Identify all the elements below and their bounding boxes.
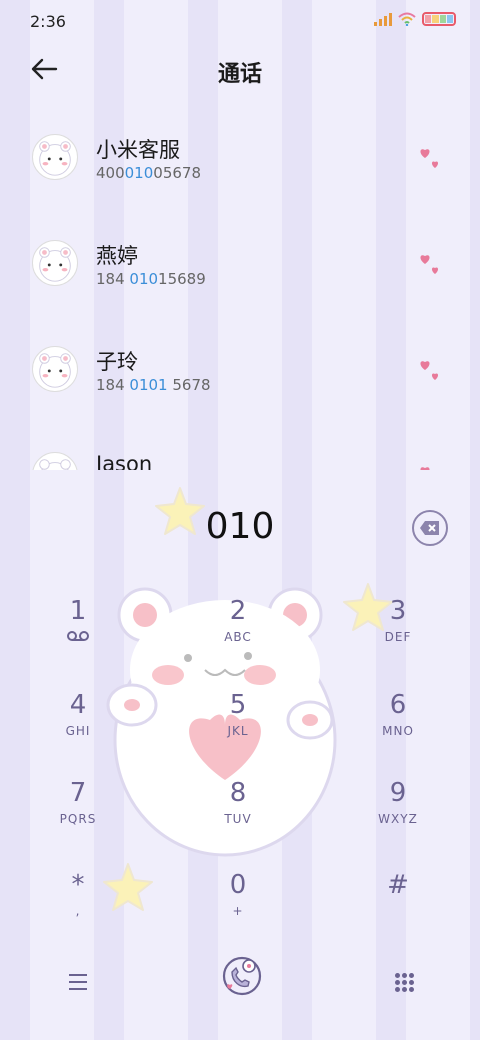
contact-item[interactable]: Jason xyxy=(0,418,480,470)
key-hash[interactable]: # xyxy=(338,870,458,950)
key-5[interactable]: 5 JKL xyxy=(178,690,298,770)
contact-name: 小米客服 xyxy=(96,138,180,162)
menu-icon[interactable] xyxy=(60,964,96,1000)
key-6[interactable]: 6 MNO xyxy=(338,690,458,770)
key-9[interactable]: 9 WXYZ xyxy=(338,778,458,858)
dial-input-display: 010 xyxy=(205,506,275,547)
key-2[interactable]: 2 ABC xyxy=(178,596,298,676)
contact-item[interactable]: 子玲 184 0101 5678 xyxy=(0,312,480,412)
dialpad-icon[interactable] xyxy=(386,964,422,1000)
contact-name: Jason xyxy=(96,452,153,470)
phone-call-icon[interactable] xyxy=(218,952,266,1000)
key-4[interactable]: 4 GHI xyxy=(18,690,138,770)
status-icons xyxy=(374,12,456,26)
avatar xyxy=(32,134,78,180)
contact-name: 子玲 xyxy=(96,350,138,374)
contact-number: 184 0101 5678 xyxy=(96,376,211,394)
backspace-button[interactable] xyxy=(412,510,448,546)
bottom-action-bar xyxy=(0,950,480,1020)
contact-item[interactable]: 燕婷 184 01015689 xyxy=(0,206,480,306)
battery-icon xyxy=(422,12,456,26)
avatar xyxy=(32,240,78,286)
key-8[interactable]: 8 TUV xyxy=(178,778,298,858)
key-1[interactable]: 1 xyxy=(18,596,138,676)
avatar xyxy=(32,452,78,470)
dialer-panel: 010 1 2 ABC 3 DEF 4 GHI 5 JKL 6 MNO 7 PQ… xyxy=(0,480,480,1040)
contact-name: 燕婷 xyxy=(96,244,138,268)
contact-list[interactable]: 小米客服 40001005678 燕婷 184 01015689 子玲 184 … xyxy=(0,100,480,470)
heart-icon xyxy=(420,149,439,168)
status-bar: 2:36 xyxy=(0,0,480,40)
status-time: 2:36 xyxy=(30,12,66,31)
contact-item[interactable]: 小米客服 40001005678 xyxy=(0,100,480,200)
contact-number: 184 01015689 xyxy=(96,270,206,288)
heart-icon xyxy=(420,467,430,470)
wifi-icon xyxy=(398,12,416,26)
key-7[interactable]: 7 PQRS xyxy=(18,778,138,858)
signal-icon xyxy=(374,12,392,26)
page-title: 通话 xyxy=(217,62,262,87)
voicemail-icon xyxy=(67,631,89,641)
key-star[interactable]: * , xyxy=(18,870,138,950)
avatar xyxy=(32,346,78,392)
heart-icon xyxy=(420,255,439,274)
heart-icon xyxy=(420,361,439,380)
key-0[interactable]: 0 + xyxy=(178,870,298,950)
header: 通话 xyxy=(0,40,480,100)
key-3[interactable]: 3 DEF xyxy=(338,596,458,676)
contact-number: 40001005678 xyxy=(96,164,201,182)
backspace-icon xyxy=(420,521,439,535)
